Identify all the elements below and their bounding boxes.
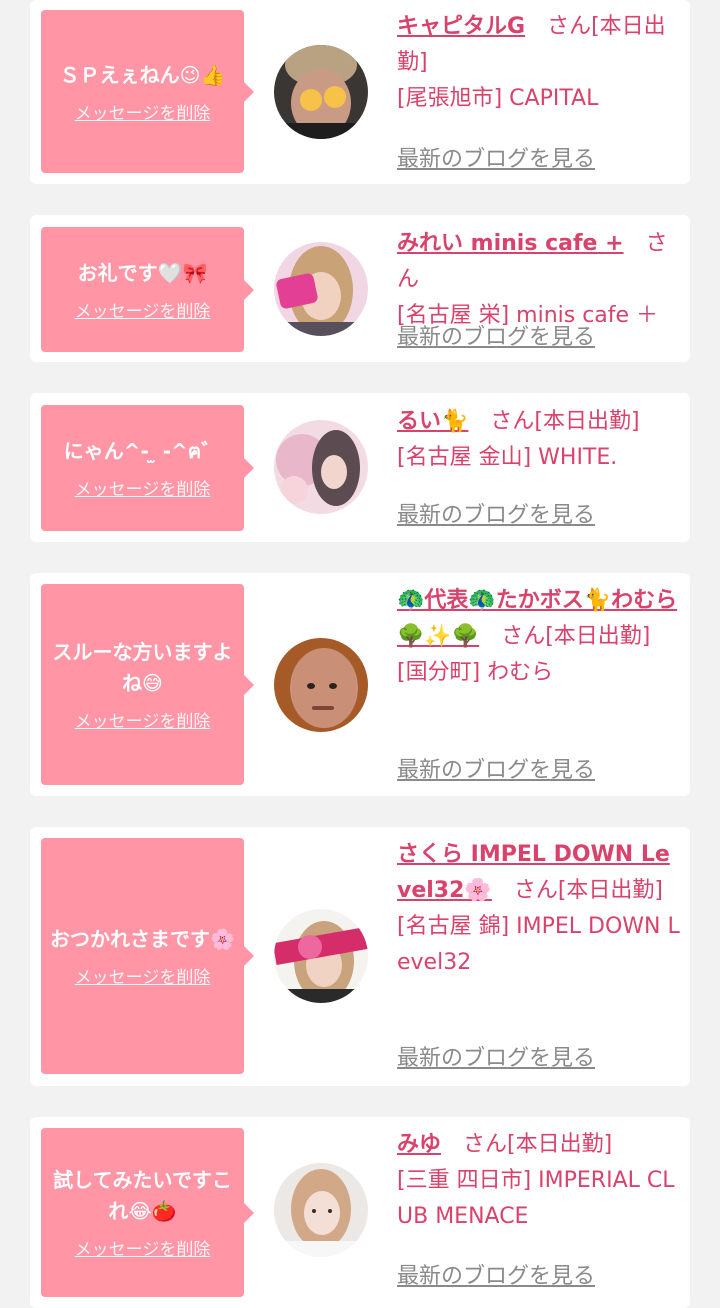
sender-info: さくら IMPEL DOWN Level32🌸 さん[本日出勤] [名古屋 錦] … (397, 837, 681, 981)
delete-message-link[interactable]: メッセージを削除 (75, 707, 211, 732)
delete-message-link[interactable]: メッセージを削除 (75, 1235, 211, 1260)
store-info: [名古屋 金山] WHITE. (397, 445, 618, 470)
work-status: [本日出勤] (507, 1132, 613, 1157)
delete-message-link[interactable]: メッセージを削除 (75, 99, 211, 124)
message-bubble: ＳＰえぇねん😉👍 メッセージを削除 (41, 10, 254, 173)
work-status: [本日出勤] (534, 409, 640, 434)
delete-message-link[interactable]: メッセージを削除 (75, 963, 211, 988)
honorific: さん (547, 14, 592, 39)
store-info: [三重 四日市] IMPERIAL CLUB MENACE (397, 1168, 675, 1229)
honorific: さん (513, 878, 558, 903)
message-bubble: にゃん^- ̫ -^ฅ゛ メッセージを削除 (41, 405, 254, 531)
delete-message-link[interactable]: メッセージを削除 (75, 475, 211, 500)
sender-info: みゆ さん[本日出勤] [三重 四日市] IMPERIAL CLUB MENACE (397, 1127, 681, 1235)
store-info: [国分町] わむら (397, 660, 554, 685)
work-status: [本日出勤] (557, 878, 663, 903)
avatar[interactable] (274, 909, 368, 1003)
honorific: さん (463, 1132, 508, 1157)
view-latest-blog-link[interactable]: 最新のブログを見る (397, 319, 595, 351)
sender-info: 🦚代表🦚たかボス🐈わむら🌳✨🌳 さん[本日出勤] [国分町] わむら (397, 583, 681, 691)
view-latest-blog-link[interactable]: 最新のブログを見る (397, 141, 595, 173)
sender-name-link[interactable]: キャピタルG (397, 14, 525, 39)
message-bubble: おつかれさまです🌸 メッセージを削除 (41, 838, 254, 1074)
message-card: 試してみたいですこれ😂🍅 メッセージを削除 みゆ さん[本日出勤] [三重 四日市… (30, 1117, 690, 1308)
sender-info: キャピタルG さん[本日出勤] [尾張旭市] CAPITAL (397, 9, 681, 117)
delete-message-link[interactable]: メッセージを削除 (75, 297, 211, 322)
view-latest-blog-link[interactable]: 最新のブログを見る (397, 1040, 595, 1072)
store-info: [尾張旭市] CAPITAL (397, 86, 599, 111)
message-text: にゃん^- ̫ -^ฅ゛ (63, 439, 222, 463)
message-card: スルーな方いますよね😅 メッセージを削除 🦚代表🦚たかボス🐈わむら🌳✨🌳 さん[本… (30, 573, 690, 796)
message-text: 試してみたいですこれ😂🍅 (53, 1168, 232, 1223)
avatar[interactable] (274, 1163, 368, 1257)
view-latest-blog-link[interactable]: 最新のブログを見る (397, 752, 595, 784)
message-card: おつかれさまです🌸 メッセージを削除 さくら IMPEL DOWN Level3… (30, 827, 690, 1086)
message-text: お礼です🤍🎀 (77, 260, 208, 285)
store-info: [名古屋 錦] IMPEL DOWN Level32 (397, 914, 680, 975)
honorific: さん (501, 624, 546, 649)
honorific: さん (490, 409, 535, 434)
avatar[interactable] (274, 45, 368, 139)
message-card: ＳＰえぇねん😉👍 メッセージを削除 キャピタルG さん[本日出勤] [尾張旭市] … (30, 0, 690, 184)
avatar[interactable] (274, 242, 368, 336)
view-latest-blog-link[interactable]: 最新のブログを見る (397, 497, 595, 529)
avatar[interactable] (274, 420, 368, 514)
sender-info: みれい minis cafe + さん [名古屋 栄] minis cafe ＋ (397, 226, 681, 334)
sender-info: るい🐈 さん[本日出勤] [名古屋 金山] WHITE. (397, 404, 681, 476)
sender-name-link[interactable]: るい🐈 (397, 409, 468, 434)
sender-name-link[interactable]: みれい minis cafe + (397, 231, 624, 256)
message-card: お礼です🤍🎀 メッセージを削除 みれい minis cafe + さん [名古屋 … (30, 215, 690, 362)
sender-name-link[interactable]: みゆ (397, 1132, 441, 1157)
message-text: ＳＰえぇねん😉👍 (59, 62, 226, 87)
work-status: [本日出勤] (545, 624, 651, 649)
message-bubble: お礼です🤍🎀 メッセージを削除 (41, 227, 254, 352)
message-text: おつかれさまです🌸 (50, 927, 235, 951)
message-bubble: スルーな方いますよね😅 メッセージを削除 (41, 584, 254, 785)
view-latest-blog-link[interactable]: 最新のブログを見る (397, 1258, 595, 1290)
avatar[interactable] (274, 638, 368, 732)
message-text: スルーな方いますよね😅 (52, 640, 233, 695)
message-bubble: 試してみたいですこれ😂🍅 メッセージを削除 (41, 1128, 254, 1297)
message-card: にゃん^- ̫ -^ฅ゛ メッセージを削除 るい🐈 さん[本日出勤] [名古屋 金… (30, 393, 690, 542)
